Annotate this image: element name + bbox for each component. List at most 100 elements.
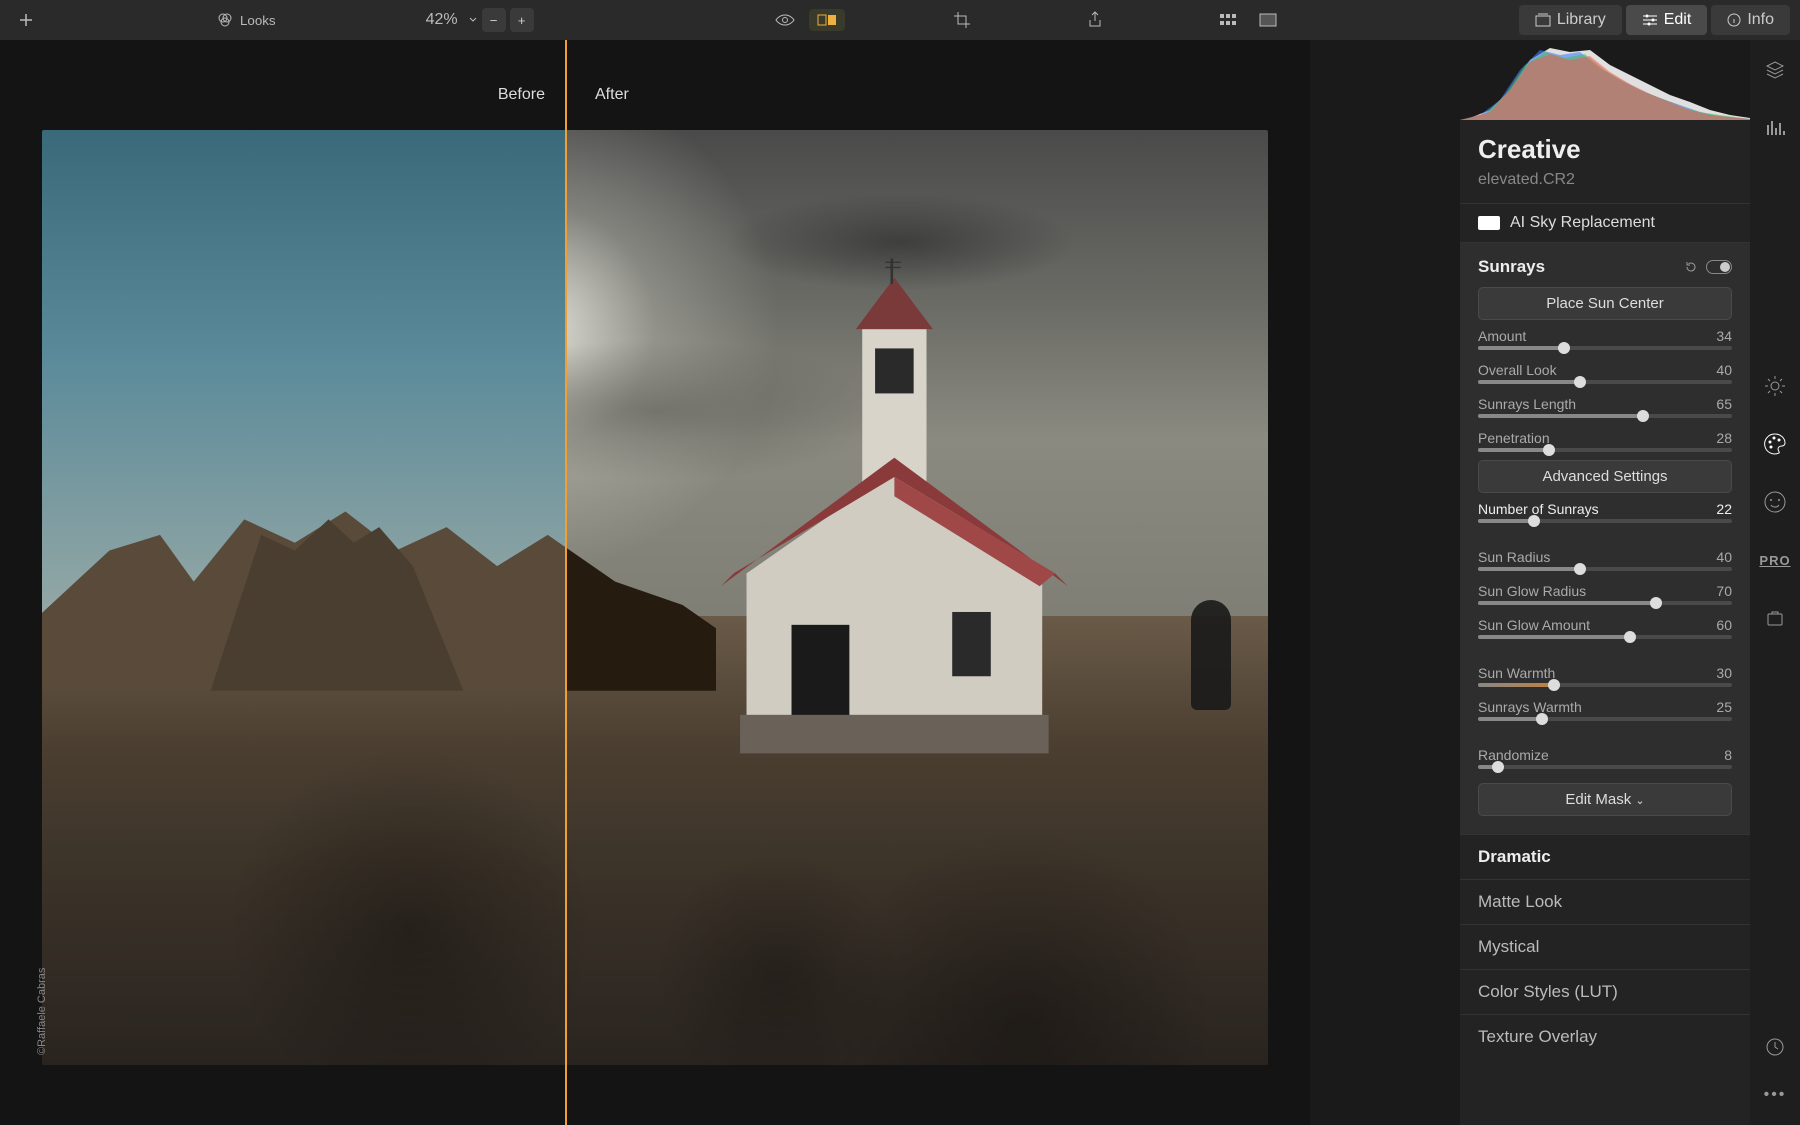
slider-overall-look: Overall Look 40 <box>1478 358 1732 392</box>
tool-matte-look[interactable]: Matte Look <box>1460 879 1750 924</box>
library-label: Library <box>1557 11 1606 29</box>
slider-track[interactable] <box>1478 448 1732 452</box>
library-icon <box>1535 13 1551 27</box>
slider-sun-glow-amount: Sun Glow Amount 60 <box>1478 613 1732 647</box>
slider-track[interactable] <box>1478 414 1732 418</box>
slider-amount: Amount 34 <box>1478 324 1732 358</box>
slider-value: 8 <box>1724 747 1732 763</box>
slider-thumb[interactable] <box>1548 679 1560 691</box>
slider-value: 70 <box>1716 583 1732 599</box>
slider-label: Randomize <box>1478 747 1549 763</box>
advanced-settings-button[interactable]: Advanced Settings <box>1478 460 1732 493</box>
edit-label: Edit <box>1664 11 1692 29</box>
share-icon <box>1087 11 1103 29</box>
grid-view-button[interactable] <box>1211 9 1245 31</box>
zoom-out-button[interactable]: − <box>482 8 506 32</box>
more-icon[interactable]: ••• <box>1761 1081 1789 1109</box>
history-icon[interactable] <box>1761 1033 1789 1061</box>
reset-icon[interactable] <box>1684 260 1698 274</box>
crop-button[interactable] <box>945 7 979 33</box>
tab-info[interactable]: Info <box>1711 5 1790 35</box>
add-button[interactable] <box>10 8 42 32</box>
slider-track[interactable] <box>1478 567 1732 571</box>
tab-edit[interactable]: Edit <box>1626 5 1708 35</box>
tool-color-styles-lut-[interactable]: Color Styles (LUT) <box>1460 969 1750 1014</box>
slider-thumb[interactable] <box>1543 444 1555 456</box>
place-sun-center-button[interactable]: Place Sun Center <box>1478 287 1732 320</box>
looks-label: Looks <box>240 13 276 28</box>
image-canvas[interactable] <box>42 130 1268 1065</box>
creative-category-icon[interactable] <box>1761 430 1789 458</box>
slider-thumb[interactable] <box>1637 410 1649 422</box>
info-icon <box>1727 13 1741 27</box>
tool-sky-replacement[interactable]: AI Sky Replacement <box>1460 203 1750 242</box>
slider-track[interactable] <box>1478 601 1732 605</box>
single-view-button[interactable] <box>1251 9 1285 31</box>
essentials-category-icon[interactable] <box>1761 372 1789 400</box>
compare-divider[interactable] <box>565 40 567 1125</box>
slider-sun-glow-radius: Sun Glow Radius 70 <box>1478 579 1732 613</box>
layers-icon[interactable] <box>1761 56 1789 84</box>
zoom-controls: 42% − + <box>420 8 534 32</box>
histogram-icon[interactable] <box>1761 114 1789 142</box>
tool-mystical[interactable]: Mystical <box>1460 924 1750 969</box>
compare-toggle-button[interactable] <box>809 9 845 31</box>
preview-toggle-button[interactable] <box>767 9 803 31</box>
top-toolbar: Looks 42% − + <box>0 0 1800 40</box>
slider-penetration: Penetration 28 <box>1478 426 1732 460</box>
slider-label: Sun Glow Amount <box>1478 617 1590 633</box>
sky-swatch-icon <box>1478 216 1500 230</box>
slider-thumb[interactable] <box>1624 631 1636 643</box>
slider-track[interactable] <box>1478 717 1732 721</box>
canvas-area: Before After <box>0 40 1310 1125</box>
slider-thumb[interactable] <box>1558 342 1570 354</box>
slider-label: Amount <box>1478 328 1526 344</box>
edit-mask-button[interactable]: Edit Mask ⌄ <box>1478 783 1732 816</box>
slider-thumb[interactable] <box>1650 597 1662 609</box>
tool-texture-overlay[interactable]: Texture Overlay <box>1460 1014 1750 1059</box>
slider-track[interactable] <box>1478 380 1732 384</box>
info-label: Info <box>1747 11 1774 29</box>
tab-library[interactable]: Library <box>1519 5 1622 35</box>
zoom-value[interactable]: 42% <box>420 11 464 29</box>
chevron-down-icon <box>468 15 478 25</box>
slider-track[interactable] <box>1478 765 1732 769</box>
slider-track[interactable] <box>1478 635 1732 639</box>
slider-value: 22 <box>1716 501 1732 517</box>
slider-sunrays-warmth: Sunrays Warmth 25 <box>1478 695 1732 729</box>
slider-thumb[interactable] <box>1574 376 1586 388</box>
slider-track[interactable] <box>1478 519 1732 523</box>
slider-randomize: Randomize 8 <box>1478 743 1732 777</box>
slider-label: Sun Glow Radius <box>1478 583 1586 599</box>
category-rail: PRO ••• <box>1750 40 1800 1125</box>
slider-thumb[interactable] <box>1536 713 1548 725</box>
share-button[interactable] <box>1079 7 1111 33</box>
histogram[interactable] <box>1460 40 1750 120</box>
pro-category-icon[interactable]: PRO <box>1761 546 1789 574</box>
slider-track[interactable] <box>1478 346 1732 350</box>
panel-filename: elevated.CR2 <box>1460 171 1750 203</box>
zoom-in-button[interactable]: + <box>510 8 534 32</box>
grid-icon <box>1219 13 1237 27</box>
slider-value: 30 <box>1716 665 1732 681</box>
slider-value: 60 <box>1716 617 1732 633</box>
slider-thumb[interactable] <box>1528 515 1540 527</box>
panel-section-title: Creative <box>1460 120 1750 171</box>
utility-category-icon[interactable] <box>1761 604 1789 632</box>
sunrays-toggle[interactable] <box>1706 260 1732 274</box>
slider-value: 28 <box>1716 430 1732 446</box>
tool-dramatic[interactable]: Dramatic <box>1460 834 1750 879</box>
looks-button[interactable]: Looks <box>208 7 284 33</box>
slider-thumb[interactable] <box>1574 563 1586 575</box>
slider-value: 34 <box>1716 328 1732 344</box>
edit-panel: Creative elevated.CR2 AI Sky Replacement… <box>1460 40 1750 1125</box>
slider-label: Penetration <box>1478 430 1550 446</box>
compare-icon <box>817 13 837 27</box>
slider-track[interactable] <box>1478 683 1732 687</box>
eye-icon <box>775 13 795 27</box>
slider-thumb[interactable] <box>1492 761 1504 773</box>
slider-value: 25 <box>1716 699 1732 715</box>
looks-icon <box>216 11 234 29</box>
portrait-category-icon[interactable] <box>1761 488 1789 516</box>
slider-value: 40 <box>1716 549 1732 565</box>
